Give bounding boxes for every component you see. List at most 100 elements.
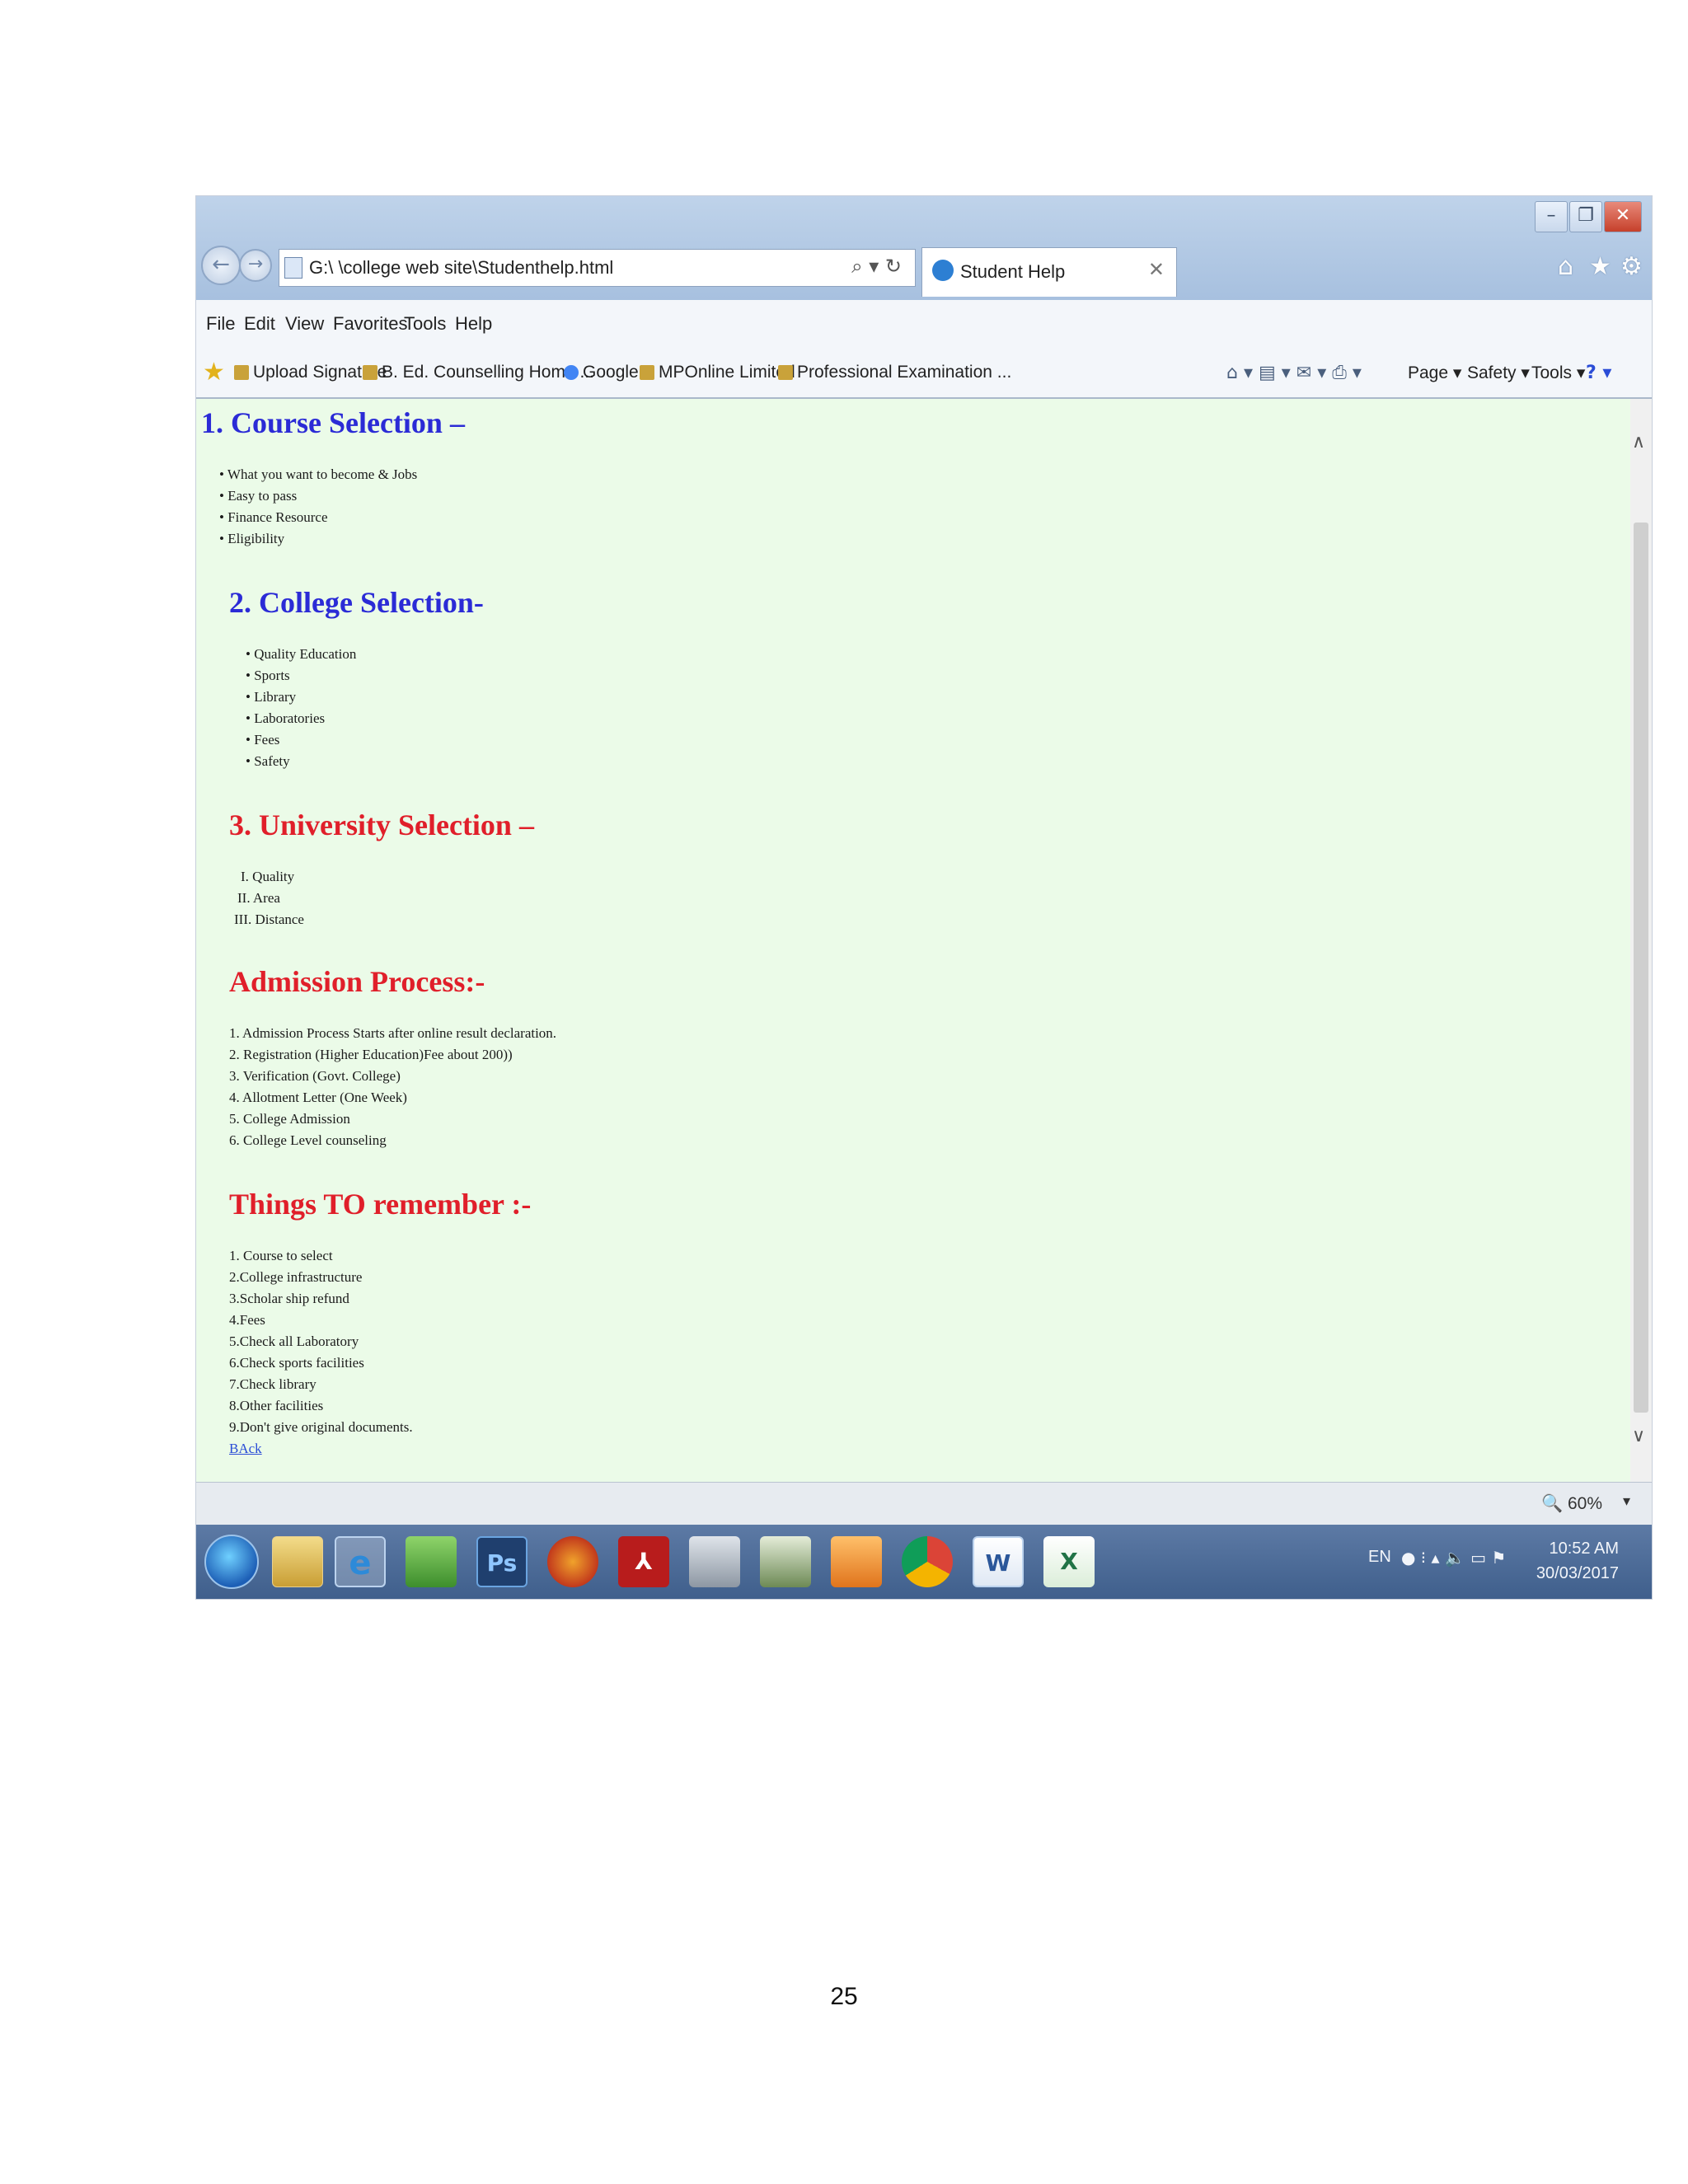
address-url[interactable]: G:\ \college web site\Studenthelp.html — [309, 257, 613, 279]
search-refresh-icon[interactable]: ⌕ ▾ ↻ — [851, 255, 902, 278]
taskbar: e Ps ⅄ W X EN ● ⁝ ▴ 🔈 ▭ ⚑ 10:52 AM 30/03… — [196, 1525, 1652, 1599]
address-bar[interactable]: G:\ \college web site\Studenthelp.html ⌕… — [279, 249, 916, 287]
help-icon[interactable]: ? ▾ — [1586, 363, 1611, 383]
home-icon[interactable]: ⌂ — [1558, 252, 1573, 281]
scroll-down-arrow-icon[interactable]: ∨ — [1632, 1426, 1645, 1446]
tab-title: Student Help — [960, 261, 1066, 282]
heading-things-to-remember: Things TO remember :- — [229, 1188, 532, 1221]
time: 10:52 AM — [1549, 1540, 1619, 1558]
fav-label: Google — [583, 363, 639, 382]
app-icon[interactable] — [689, 1536, 740, 1587]
word-icon[interactable]: W — [973, 1536, 1024, 1587]
page-icon — [284, 257, 302, 279]
acrobat-icon[interactable]: ⅄ — [618, 1536, 669, 1587]
list-item: 2.College infrastructure — [229, 1269, 363, 1285]
list-item: 7.Check library — [229, 1376, 316, 1392]
back-link[interactable]: BAck — [229, 1441, 262, 1457]
app-icon[interactable] — [406, 1536, 457, 1587]
favorites-bar: ★ Upload Signature B. Ed. Counselling Ho… — [196, 348, 1652, 399]
site-icon — [640, 365, 654, 380]
browser-screenshot: – ❐ ✕ ← → G:\ \college web site\Studenth… — [196, 196, 1652, 1599]
scrollbar-thumb[interactable] — [1634, 523, 1648, 1413]
list-item: • Easy to pass — [219, 488, 298, 504]
list-item: 1. Admission Process Starts after online… — [229, 1025, 557, 1041]
fav-label: B. Ed. Counselling Home ... — [382, 363, 594, 382]
heading-admission-process: Admission Process:- — [229, 965, 485, 998]
back-button[interactable]: ← — [201, 246, 241, 285]
page-menu[interactable]: Page ▾ — [1408, 363, 1461, 383]
app-icon[interactable] — [760, 1536, 811, 1587]
fav-bed-counselling[interactable]: B. Ed. Counselling Home ... — [363, 363, 594, 382]
tab-student-help[interactable]: Student Help ✕ — [921, 247, 1177, 297]
heading-college-selection: 2. College Selection- — [229, 586, 484, 619]
excel-icon[interactable]: X — [1043, 1536, 1095, 1587]
menu-bar: File Edit View Favorites Tools Help — [196, 300, 1652, 348]
clock[interactable]: 10:52 AM 30/03/2017 — [1536, 1536, 1619, 1586]
favorites-star-icon[interactable]: ★ — [203, 358, 225, 387]
list-item: • Eligibility — [219, 531, 285, 546]
list-item: • Fees — [246, 732, 280, 748]
list-item: 4.Fees — [229, 1312, 265, 1328]
list-item: 1. Course to select — [229, 1248, 333, 1263]
site-icon — [778, 365, 793, 380]
scroll-up-arrow-icon[interactable]: ∧ — [1632, 432, 1645, 452]
page-content: 1. Course Selection – • What you want to… — [196, 399, 1630, 1482]
list-item: 4. Allotment Letter (One Week) — [229, 1090, 407, 1105]
tools-menu[interactable]: Tools ▾ — [1531, 363, 1585, 383]
list-item: • Finance Resource — [219, 509, 328, 525]
menu-view[interactable]: View — [285, 313, 324, 335]
close-button[interactable]: ✕ — [1604, 201, 1642, 232]
menu-help[interactable]: Help — [455, 313, 492, 335]
photoshop-icon[interactable]: Ps — [476, 1536, 528, 1587]
list-item: 3.Scholar ship refund — [229, 1291, 349, 1306]
list-item: I. Quality — [241, 869, 295, 884]
list-item: III. Distance — [234, 912, 304, 927]
file-explorer-icon[interactable] — [272, 1536, 323, 1587]
list-item: • Safety — [246, 753, 290, 769]
list-item: II. Area — [237, 890, 280, 906]
favorites-icon[interactable]: ★ — [1589, 252, 1611, 281]
app-icon[interactable] — [831, 1536, 882, 1587]
chrome-icon[interactable] — [902, 1536, 953, 1587]
firefox-icon[interactable] — [547, 1536, 598, 1587]
heading-university-selection: 3. University Selection – — [229, 808, 534, 841]
list-item: • Quality Education — [246, 646, 357, 662]
list-item: 8.Other facilities — [229, 1398, 324, 1413]
fav-mponline[interactable]: MPOnline Limited — [640, 363, 795, 382]
internet-explorer-icon[interactable]: e — [335, 1536, 386, 1587]
command-bar-icons[interactable]: ⌂ ▾ ▤ ▾ ✉ ▾ ⎙ ▾ — [1226, 363, 1362, 383]
ie-tab-icon — [932, 260, 954, 281]
menu-file[interactable]: File — [206, 313, 235, 335]
list-item: 5. College Admission — [229, 1111, 350, 1127]
settings-gear-icon[interactable]: ⚙ — [1620, 252, 1643, 281]
menu-edit[interactable]: Edit — [244, 313, 275, 335]
date: 30/03/2017 — [1536, 1564, 1619, 1582]
vertical-scrollbar[interactable]: ∧ ∨ — [1630, 399, 1652, 1482]
safety-menu[interactable]: Safety ▾ — [1467, 363, 1530, 383]
heading-course-selection: 1. Course Selection – — [201, 406, 465, 439]
minimize-button[interactable]: – — [1535, 201, 1568, 232]
system-tray-icons[interactable]: ● ⁝ ▴ 🔈 ▭ ⚑ — [1401, 1548, 1506, 1568]
fav-label: MPOnline Limited — [659, 363, 795, 382]
list-item: • What you want to become & Jobs — [219, 466, 418, 482]
list-item: 6.Check sports facilities — [229, 1355, 364, 1371]
menu-tools[interactable]: Tools — [404, 313, 446, 335]
list-item: 5.Check all Laboratory — [229, 1333, 359, 1349]
fav-google[interactable]: Google — [564, 363, 639, 382]
zoom-dropdown-icon[interactable]: ▾ — [1623, 1493, 1630, 1510]
menu-favorites[interactable]: Favorites — [333, 313, 407, 335]
google-icon — [564, 365, 579, 380]
forward-button[interactable]: → — [239, 249, 272, 282]
fav-professional-exam[interactable]: Professional Examination ... — [778, 363, 1011, 382]
language-indicator[interactable]: EN — [1368, 1548, 1391, 1567]
fav-label: Professional Examination ... — [797, 363, 1012, 382]
tab-close-icon[interactable]: ✕ — [1148, 258, 1165, 281]
list-item: 9.Don't give original documents. — [229, 1419, 413, 1435]
start-button[interactable] — [204, 1535, 259, 1589]
zoom-level[interactable]: 🔍 60% — [1541, 1494, 1602, 1514]
maximize-button[interactable]: ❐ — [1569, 201, 1602, 232]
list-item: 6. College Level counseling — [229, 1132, 387, 1148]
list-item: 3. Verification (Govt. College) — [229, 1068, 401, 1084]
list-item: • Library — [246, 689, 297, 705]
document-page-number: 25 — [830, 1983, 858, 2010]
